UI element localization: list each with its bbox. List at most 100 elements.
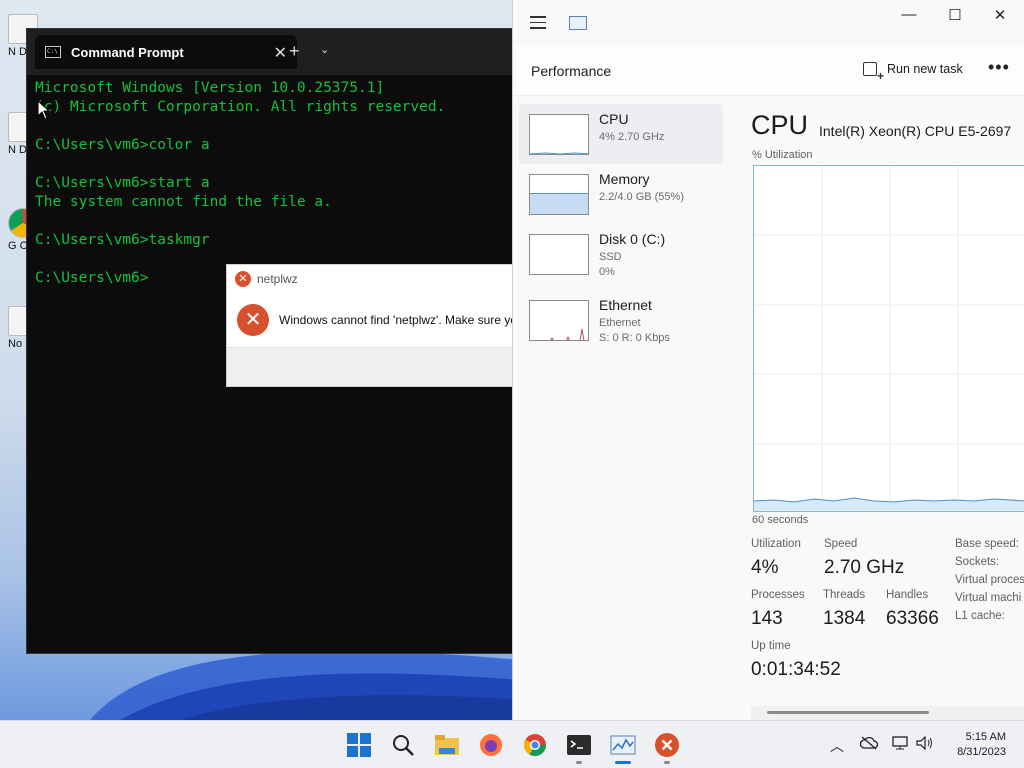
sidebar-item-ethernet[interactable]: Ethernet Ethernet S: 0 R: 0 Kbps: [519, 290, 723, 350]
disk-thumbnail-graph: [529, 234, 589, 275]
uptime-label: Up time: [751, 640, 791, 652]
new-tab-icon[interactable]: +: [289, 41, 300, 62]
hamburger-menu-icon[interactable]: [530, 16, 546, 33]
cmd-line: [35, 117, 513, 136]
error-icon[interactable]: [654, 732, 680, 758]
mouse-cursor-icon: [37, 99, 51, 125]
ethernet-thumbnail-graph: [529, 300, 589, 341]
speed-value: 2.70 GHz: [824, 557, 905, 578]
run-new-task-label: Run new task: [887, 62, 963, 76]
virtual-processors-label: Virtual proces: [955, 574, 1024, 586]
scrollbar-thumb[interactable]: [767, 711, 929, 714]
running-indicator: [664, 761, 670, 764]
cmd-line: The system cannot find the file a.: [35, 194, 332, 210]
sockets-label: Sockets:: [955, 556, 1000, 568]
utilization-value: 4%: [751, 557, 779, 578]
sidebar-item-detail: 2.2/4.0 GB (55%): [599, 191, 684, 203]
handles-label: Handles: [886, 589, 929, 601]
clock-time: 5:15 AM: [965, 731, 1006, 743]
utilization-axis-label: % Utilization: [752, 149, 813, 161]
error-dialog[interactable]: ✕ netplwz ✕ Windows cannot find 'netplwz…: [226, 264, 514, 387]
sidebar-item-detail: 4% 2.70 GHz: [599, 131, 665, 143]
cpu-thumbnail-graph: [529, 114, 589, 155]
taskbar: ︿ 5:15 AM 8/31/2023: [0, 720, 1024, 768]
console-icon: C:\: [45, 46, 61, 58]
horizontal-scrollbar[interactable]: [751, 706, 1024, 720]
more-options-button[interactable]: •••: [988, 57, 1010, 78]
cpu-detail-panel: CPU Intel(R) Xeon(R) CPU E5-2697 % Utili…: [751, 98, 1024, 720]
cmd-line: C:\Users\vm6>start a: [35, 175, 210, 191]
sidebar-item-detail: 0%: [599, 266, 615, 278]
run-new-task-button[interactable]: Run new task: [863, 62, 963, 83]
sidebar-item-detail: Ethernet: [599, 317, 641, 329]
maximize-button[interactable]: ☐: [933, 6, 977, 26]
virtual-machine-label: Virtual machi: [955, 592, 1022, 604]
cmd-tab-title: Command Prompt: [71, 44, 184, 60]
sidebar-item-detail: SSD: [599, 251, 622, 263]
utilization-label: Utilization: [751, 538, 801, 550]
sidebar-item-memory[interactable]: Memory 2.2/4.0 GB (55%): [519, 164, 723, 224]
cmd-line: C:\Users\vm6>color a: [35, 137, 210, 153]
chevron-up-icon[interactable]: ︿: [830, 736, 844, 756]
cpu-heading: CPU: [751, 110, 809, 140]
sidebar-item-label: Memory: [599, 171, 650, 187]
dialog-title: netplwz: [257, 272, 298, 286]
base-speed-label: Base speed:: [955, 538, 1019, 550]
l1-cache-label: L1 cache:: [955, 610, 1005, 622]
sidebar-item-disk[interactable]: Disk 0 (C:) SSD 0%: [519, 224, 723, 284]
sidebar-item-label: Ethernet: [599, 297, 652, 313]
chrome-icon[interactable]: [522, 732, 548, 758]
file-explorer-icon[interactable]: [434, 732, 460, 758]
task-manager-icon[interactable]: [610, 732, 636, 758]
cmd-line: [35, 212, 513, 231]
cmd-titlebar[interactable]: C:\ Command Prompt ✕ + ⌄: [27, 29, 513, 75]
sidebar-item-label: CPU: [599, 111, 629, 127]
sidebar-item-cpu[interactable]: CPU 4% 2.70 GHz: [519, 104, 723, 164]
cpu-utilization-graph: [753, 165, 1024, 512]
active-indicator: [615, 761, 631, 764]
handles-value: 63366: [886, 608, 939, 629]
dialog-footer: [227, 347, 513, 386]
tm-titlebar[interactable]: — ☐ ✕: [513, 0, 1024, 46]
processes-value: 143: [751, 608, 783, 629]
cmd-output[interactable]: Microsoft Windows [Version 10.0.25375.1]…: [27, 75, 513, 288]
task-manager-app-icon: [569, 16, 587, 30]
chevron-down-icon[interactable]: ⌄: [320, 43, 329, 56]
cmd-tab[interactable]: C:\ Command Prompt ✕: [35, 35, 297, 69]
clock-date: 8/31/2023: [957, 746, 1006, 758]
tm-page-header: Performance Run new task •••: [513, 46, 1024, 96]
running-indicator: [576, 761, 582, 764]
dialog-titlebar[interactable]: ✕ netplwz: [227, 265, 513, 293]
firefox-icon[interactable]: [478, 732, 504, 758]
search-icon[interactable]: [390, 732, 416, 758]
cmd-line: Microsoft Windows [Version 10.0.25375.1]: [35, 80, 385, 96]
threads-value: 1384: [823, 608, 866, 629]
cmd-line: [35, 155, 513, 174]
minimize-button[interactable]: —: [887, 6, 931, 26]
windows-start-icon[interactable]: [346, 732, 372, 758]
run-task-icon: [863, 62, 884, 83]
page-title: Performance: [531, 63, 612, 79]
cpu-model: Intel(R) Xeon(R) CPU E5-2697: [819, 123, 1012, 139]
cmd-line: (c) Microsoft Corporation. All rights re…: [35, 99, 446, 115]
performance-sidebar: CPU 4% 2.70 GHz Memory 2.2/4.0 GB (55%) …: [513, 98, 729, 720]
threads-label: Threads: [823, 589, 866, 601]
sidebar-item-label: Disk 0 (C:): [599, 231, 666, 247]
dialog-body: ✕ Windows cannot find 'netplwz'. Make su…: [227, 293, 513, 347]
graph-duration-label: 60 seconds: [752, 514, 809, 526]
network-icon[interactable]: [892, 736, 910, 753]
uptime-value: 0:01:34:52: [751, 659, 841, 680]
dialog-message: Windows cannot find 'netplwz'. Make sure…: [279, 313, 513, 327]
close-tab-icon[interactable]: ✕: [274, 43, 287, 63]
error-icon: ✕: [237, 304, 269, 336]
sidebar-item-detail: S: 0 R: 0 Kbps: [599, 332, 670, 344]
terminal-icon[interactable]: [566, 732, 592, 758]
task-manager-window[interactable]: — ☐ ✕ Performance Run new task ••• CPU 4…: [512, 0, 1024, 720]
cloud-offline-icon[interactable]: [859, 736, 879, 753]
close-button[interactable]: ✕: [978, 6, 1022, 26]
cmd-line: C:\Users\vm6>taskmgr: [35, 232, 210, 248]
memory-thumbnail-graph: [529, 174, 589, 215]
system-clock[interactable]: 5:15 AM 8/31/2023: [940, 730, 1006, 760]
speed-label: Speed: [824, 538, 858, 550]
volume-icon[interactable]: [916, 735, 934, 753]
